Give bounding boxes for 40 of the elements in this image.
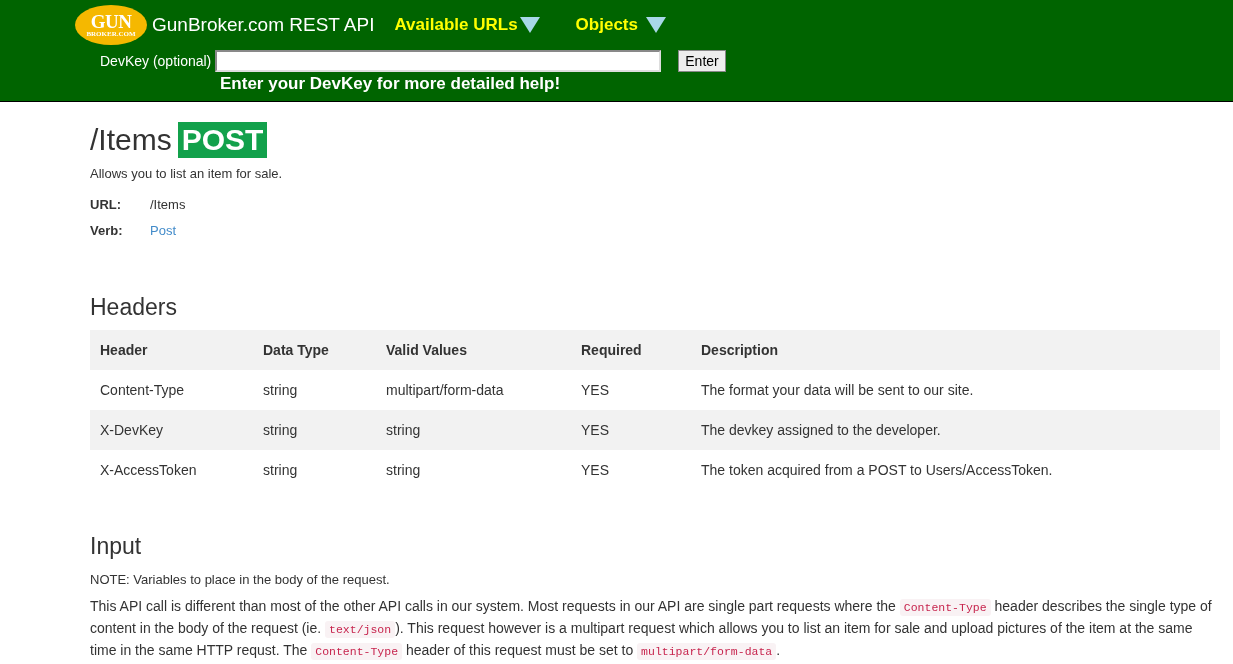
devkey-field[interactable] [215, 50, 662, 72]
table-cell: string [376, 450, 571, 490]
enter-button[interactable]: Enter [678, 50, 726, 72]
table-cell: YES [571, 410, 691, 450]
caret-icon [645, 17, 666, 33]
menu-dropdown[interactable]: Objects [575, 15, 666, 35]
table-cell: X-AccessToken [90, 450, 253, 490]
table-cell: YES [571, 370, 691, 410]
field-value: /Items [150, 197, 186, 212]
page-title: /Items [90, 123, 172, 157]
table-cell: The format your data will be sent to our site. [691, 370, 1220, 410]
section-heading: Headers [90, 294, 178, 321]
menu-dropdown[interactable]: Available URLs [394, 15, 540, 35]
description: Allows you to list an item for sale. [90, 166, 284, 181]
verb-badge: POST [177, 122, 268, 158]
column-header: Header [90, 330, 253, 370]
table-cell: X-DevKey [90, 410, 253, 450]
table-cell: multipart/form-data [376, 370, 571, 410]
devkey-hint: Enter your DevKey for more detailed help! [220, 74, 562, 94]
table-cell: string [253, 370, 376, 410]
caret-icon [519, 17, 540, 33]
field-label: Verb: [90, 223, 124, 238]
field-label: URL: [90, 197, 123, 212]
table-cell: Content-Type [90, 370, 253, 410]
table-cell: string [253, 410, 376, 450]
column-header: Valid Values [376, 330, 571, 370]
column-header: Required [571, 330, 691, 370]
site-title: GunBroker.com REST API [152, 14, 375, 36]
column-header: Data Type [253, 330, 376, 370]
column-header: Description [691, 330, 1220, 370]
table-cell: YES [571, 450, 691, 490]
note-text: NOTE: Variables to place in the body of the request. [90, 572, 391, 587]
table-cell: string [253, 450, 376, 490]
paragraph: This API call is different than most of the other API calls in our system. Most requests in our API are single part requests where the Content-Type header describes the single type of content in the body of the request (ie. text/json ). This request however is a multipart request which allows you to list an item for sale and upload pictures of the item at the same time in the same HTTP requst. The Content-Type header of this request must be set to multipart/form-data . [90, 597, 1213, 662]
table-cell: The devkey assigned to the developer. [691, 410, 1220, 450]
devkey-label: DevKey (optional) [100, 53, 212, 69]
table-cell: The token acquired from a POST to Users/AccessToken. [691, 450, 1220, 490]
verb-link[interactable]: Post [150, 223, 186, 238]
section-heading: Input [90, 533, 143, 560]
table-cell: string [376, 410, 571, 450]
